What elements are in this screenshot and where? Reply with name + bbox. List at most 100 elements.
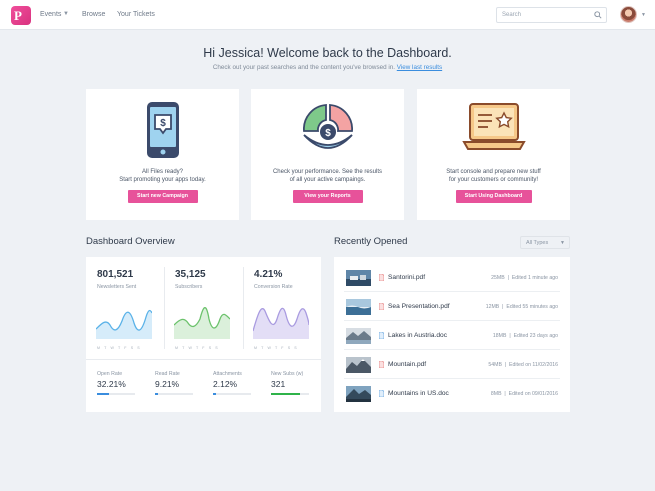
file-thumbnail bbox=[346, 386, 371, 402]
file-row-lakes-in-austria[interactable]: Lakes in Austria.doc 18MB | Edited 23 da… bbox=[334, 321, 570, 350]
doc-file-icon bbox=[379, 332, 384, 339]
nav-item-browse[interactable]: Browse bbox=[82, 11, 105, 18]
stat-progress-fill bbox=[155, 393, 159, 395]
file-name[interactable]: Mountain.pdf bbox=[388, 361, 426, 368]
campaign-card: $ All Files ready? Start promoting your … bbox=[86, 89, 239, 220]
file-size: 8MB bbox=[490, 391, 502, 397]
conversion-sparkline bbox=[253, 307, 309, 339]
pdf-file-icon bbox=[379, 361, 384, 368]
metric-conversion: 4.21% Conversion Rate M T W T F S S bbox=[243, 257, 321, 359]
stat-label: Open Rate bbox=[97, 371, 123, 377]
doc-file-icon bbox=[379, 390, 384, 397]
file-size: 12MB bbox=[485, 304, 500, 310]
top-navigation-bar: P Events ▼ Browse Your Tickets Search ▼ bbox=[0, 0, 655, 30]
file-thumbnail bbox=[346, 299, 371, 315]
file-size: 25MB bbox=[491, 275, 505, 281]
avatar-chevron-down-icon[interactable]: ▼ bbox=[641, 12, 646, 18]
subscribers-sparkline bbox=[174, 307, 230, 339]
stat-label: New Subs (w) bbox=[271, 371, 304, 377]
stat-progress-fill bbox=[213, 393, 217, 395]
reports-card-text: Check your performance. See the results … bbox=[257, 168, 398, 184]
reports-card-line1: Check your performance. See the results bbox=[272, 169, 383, 175]
weekday-labels: M T W T F S S bbox=[175, 346, 220, 350]
welcome-subtitle: Check out your past searches and the con… bbox=[0, 64, 655, 71]
campaign-card-line2: Start promoting your apps today. bbox=[119, 177, 206, 183]
dashboard-overview-panel: 801,521 Newsletters Sent M T W T F S S 3… bbox=[86, 257, 321, 412]
file-name[interactable]: Sea Presentation.pdf bbox=[388, 303, 450, 310]
stat-progress-fill bbox=[97, 393, 110, 395]
file-name[interactable]: Mountains in US.doc bbox=[388, 390, 449, 397]
dashboard-card: Start console and prepare new stuff for … bbox=[417, 89, 570, 220]
nav-item-events[interactable]: Events bbox=[40, 11, 61, 18]
dashboard-card-line2: for your customers or community! bbox=[448, 177, 539, 183]
stat-read-rate: Read Rate 9.21% bbox=[155, 371, 207, 395]
file-row-mountains-in-us[interactable]: Mountains in US.doc 8MB | Edited on 09/0… bbox=[334, 379, 570, 408]
laptop-star-icon bbox=[461, 103, 526, 150]
nav-item-your-tickets[interactable]: Your Tickets bbox=[117, 11, 155, 18]
file-size: 18MB bbox=[492, 333, 507, 339]
stat-label: Attachments bbox=[213, 371, 242, 377]
file-row-santorini[interactable]: Santorini.pdf 25MB | Edited 1 minute ago bbox=[334, 263, 570, 292]
mobile-dollar-icon: $ bbox=[146, 102, 179, 158]
stat-new-subs: New Subs (w) 321 bbox=[271, 371, 323, 395]
metric-label: Newsletters Sent bbox=[97, 284, 137, 290]
stat-progress-fill bbox=[271, 393, 300, 395]
start-using-dashboard-button[interactable]: Start Using Dashboard bbox=[455, 190, 532, 203]
stat-progress-bar bbox=[155, 393, 193, 395]
start-new-campaign-button[interactable]: Start new Campaign bbox=[127, 190, 198, 203]
stat-value: 32.21% bbox=[97, 379, 126, 389]
stat-progress-bar bbox=[271, 393, 309, 395]
file-edited: Edited on 11/02/2016 bbox=[509, 362, 558, 368]
user-avatar[interactable] bbox=[620, 6, 637, 23]
stat-value: 9.21% bbox=[155, 379, 180, 389]
file-type-select-value: All Types bbox=[526, 240, 549, 246]
metric-subscribers: 35,125 Subscribers M T W T F S S bbox=[164, 257, 242, 359]
file-row-mountain[interactable]: Mountain.pdf 54MB | Edited on 11/02/2016 bbox=[334, 350, 570, 379]
campaign-card-line1: All Files ready? bbox=[141, 169, 183, 175]
search-input[interactable]: Search bbox=[496, 7, 607, 23]
weekday-labels: M T W T F S S bbox=[254, 346, 299, 350]
view-reports-button[interactable]: View your Reports bbox=[292, 190, 363, 203]
reports-card: $ Check your performance. See the result… bbox=[251, 89, 404, 220]
weekday-labels: M T W T F S S bbox=[97, 346, 142, 350]
chevron-down-icon[interactable]: ▼ bbox=[63, 11, 69, 17]
dashboard-card-line1: Start console and prepare new stuff bbox=[446, 169, 541, 175]
overview-divider bbox=[86, 359, 321, 360]
dashboard-card-text: Start console and prepare new stuff for … bbox=[423, 168, 564, 184]
pie-dollar-icon: $ bbox=[302, 104, 353, 149]
metric-value: 801,521 bbox=[97, 269, 134, 280]
dashboard-overview-title: Dashboard Overview bbox=[86, 236, 175, 247]
logo-letter: P bbox=[14, 8, 22, 23]
recently-opened-panel: Santorini.pdf 25MB | Edited 1 minute ago… bbox=[334, 257, 570, 412]
file-thumbnail bbox=[346, 270, 371, 286]
file-name[interactable]: Lakes in Austria.doc bbox=[388, 332, 447, 339]
file-name[interactable]: Santorini.pdf bbox=[388, 274, 425, 281]
file-meta: 25MB | Edited 1 minute ago bbox=[491, 275, 558, 281]
view-last-results-link[interactable]: View last results bbox=[397, 64, 442, 71]
file-edited: Edited 23 days ago bbox=[513, 333, 558, 339]
metric-newsletters: 801,521 Newsletters Sent M T W T F S S bbox=[86, 257, 164, 359]
pdf-file-icon bbox=[379, 303, 384, 310]
svg-text:$: $ bbox=[325, 128, 331, 139]
stat-progress-bar bbox=[213, 393, 251, 395]
newsletters-sparkline bbox=[96, 309, 152, 339]
pdf-file-icon bbox=[379, 274, 384, 281]
file-row-sea-presentation[interactable]: Sea Presentation.pdf 12MB | Edited 55 mi… bbox=[334, 292, 570, 321]
file-thumbnail bbox=[346, 328, 371, 344]
stat-value: 2.12% bbox=[213, 379, 238, 389]
file-meta: 12MB | Edited 55 minutes ago bbox=[485, 304, 558, 310]
metric-label: Conversion Rate bbox=[254, 284, 293, 290]
stat-open-rate: Open Rate 32.21% bbox=[97, 371, 149, 395]
app-logo[interactable]: P bbox=[11, 6, 31, 25]
search-placeholder: Search bbox=[502, 12, 522, 18]
stat-attachments: Attachments 2.12% bbox=[213, 371, 265, 395]
recently-opened-title: Recently Opened bbox=[334, 236, 408, 247]
metric-value: 4.21% bbox=[254, 269, 283, 280]
stat-value: 321 bbox=[271, 379, 286, 389]
file-meta: 8MB | Edited on 09/01/2016 bbox=[490, 391, 558, 397]
search-icon[interactable] bbox=[594, 11, 602, 19]
svg-text:$: $ bbox=[160, 118, 166, 129]
stat-label: Read Rate bbox=[155, 371, 180, 377]
file-type-select[interactable]: All Types ▼ bbox=[520, 236, 570, 249]
select-chevron-down-icon: ▼ bbox=[560, 240, 565, 246]
